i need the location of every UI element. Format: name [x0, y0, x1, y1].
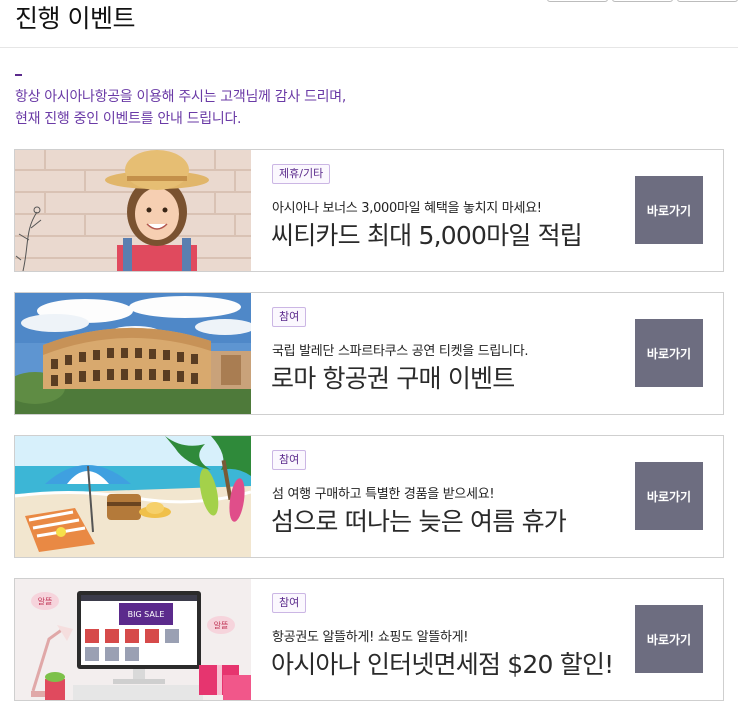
sale-banner-text: BIG SALE	[128, 610, 165, 619]
event-title[interactable]: 아시아나 인터넷면세점 $20 할인!	[271, 645, 614, 681]
event-subtitle: 아시아나 보너스 3,000마일 혜택을 놓치지 마세요!	[272, 201, 542, 216]
go-button[interactable]: 바로가기	[635, 319, 703, 387]
tag-text-2: 알뜰	[214, 620, 229, 630]
title-divider	[0, 47, 738, 48]
intro-line-1: 항상 아시아나항공을 이용해 주시는 고객님께 감사 드리며,	[15, 89, 346, 105]
event-image-tropical-beach[interactable]	[15, 436, 251, 557]
event-subtitle: 섬 여행 구매하고 특별한 경품을 받으세요!	[272, 487, 495, 502]
go-button[interactable]: 바로가기	[635, 176, 703, 244]
tag-text-1: 알뜰	[38, 596, 53, 606]
go-button[interactable]: 바로가기	[635, 462, 703, 530]
event-title[interactable]: 섬으로 떠나는 늦은 여름 휴가	[271, 502, 567, 538]
event-title[interactable]: 로마 항공권 구매 이벤트	[271, 359, 515, 395]
top-button-2[interactable]	[612, 0, 673, 2]
event-category-badge: 참여	[272, 450, 307, 470]
event-subtitle: 국립 발레단 스파르타쿠스 공연 티켓을 드립니다.	[272, 344, 529, 359]
event-image-rome-colosseum[interactable]	[15, 293, 251, 414]
event-category-badge: 참여	[272, 307, 307, 327]
event-image-online-duty-free-monitor[interactable]: BIG SALE 알뜰 알뜰	[15, 579, 251, 700]
event-card-island[interactable]: 참여 섬 여행 구매하고 특별한 경품을 받으세요! 섬으로 떠나는 늦은 여름…	[14, 435, 724, 558]
event-subtitle: 항공권도 알뜰하게! 쇼핑도 알뜰하게!	[272, 630, 469, 645]
event-image-girl-in-straw-hat[interactable]	[15, 150, 251, 271]
event-category-badge: 제휴/기타	[272, 164, 331, 184]
event-card-duty-free[interactable]: BIG SALE 알뜰 알뜰 참여 항공권도 알뜰하게! 쇼핑도 알뜰하게! 아…	[14, 578, 724, 701]
intro-line-2: 현재 진행 중인 이벤트를 안내 드립니다.	[15, 111, 242, 127]
event-category-badge: 참여	[272, 593, 307, 613]
intro-text: 항상 아시아나항공을 이용해 주시는 고객님께 감사 드리며, 현재 진행 중인…	[15, 86, 346, 130]
top-button-1[interactable]	[547, 0, 608, 2]
accent-mark	[15, 74, 22, 76]
event-title[interactable]: 씨티카드 최대 5,000마일 적립	[271, 216, 583, 252]
top-button-3[interactable]	[677, 0, 738, 2]
page-title: 진행 이벤트	[15, 4, 135, 33]
go-button[interactable]: 바로가기	[635, 605, 703, 673]
event-card-citi[interactable]: 제휴/기타 아시아나 보너스 3,000마일 혜택을 놓치지 마세요! 씨티카드…	[14, 149, 724, 272]
event-card-rome[interactable]: 참여 국립 발레단 스파르타쿠스 공연 티켓을 드립니다. 로마 항공권 구매 …	[14, 292, 724, 415]
top-button-group	[547, 0, 738, 2]
